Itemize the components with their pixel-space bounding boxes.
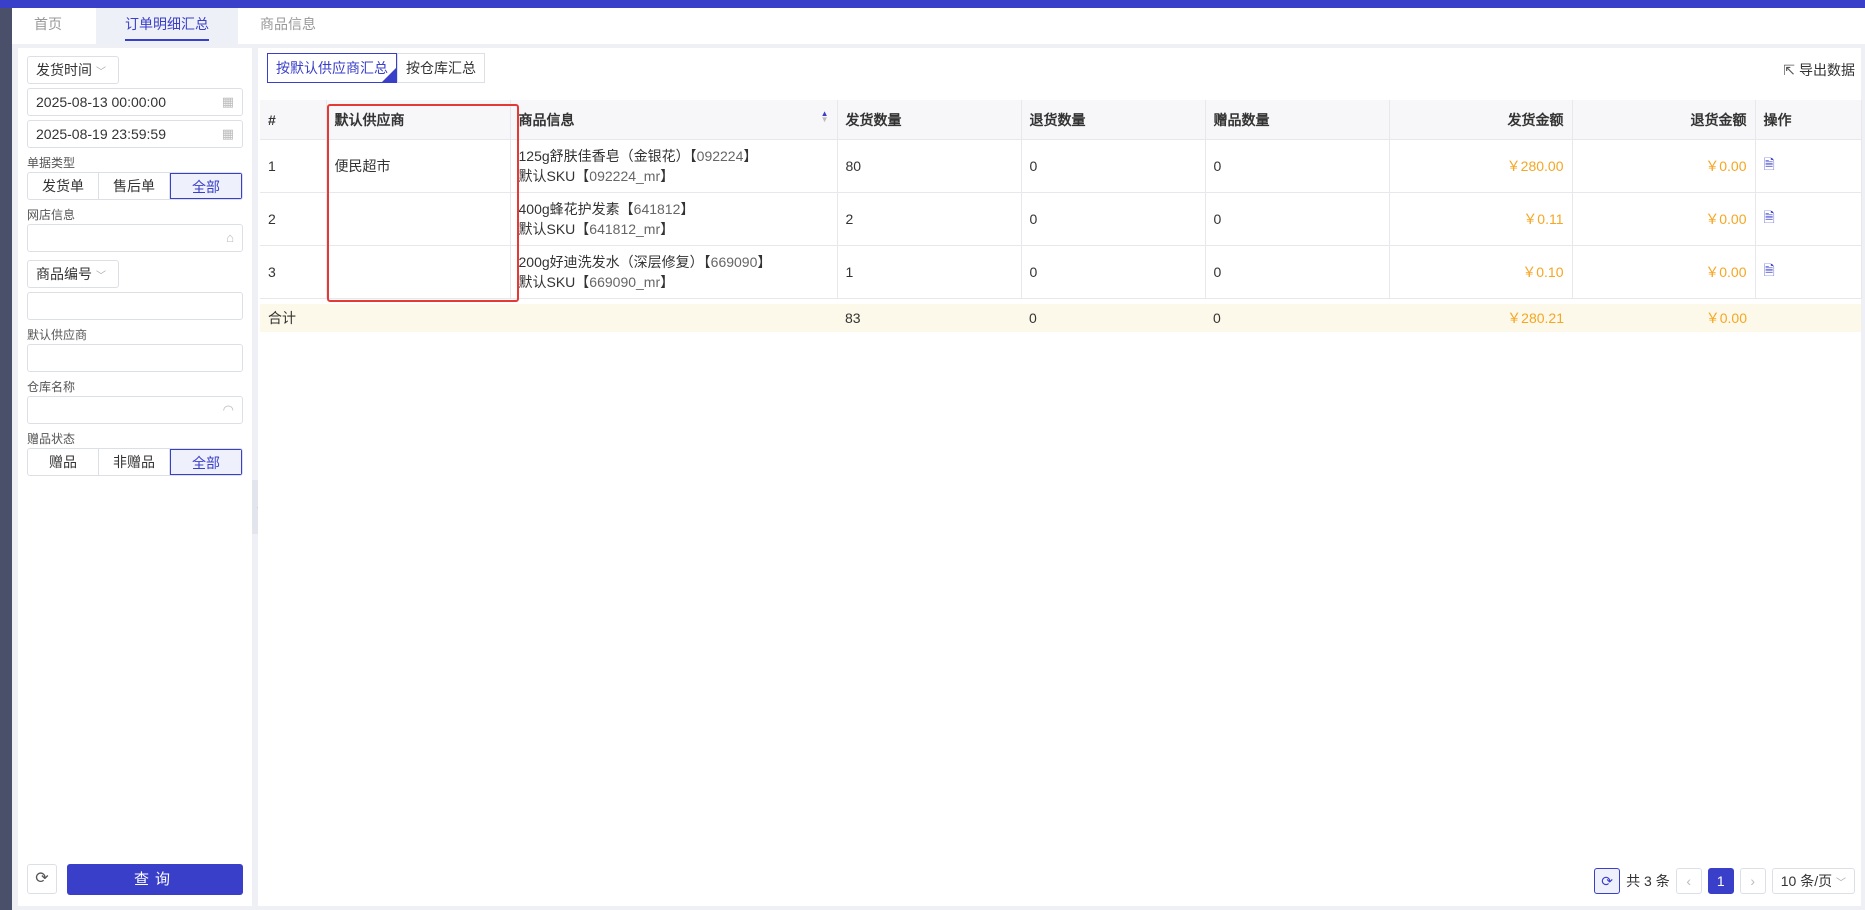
col-return-qty: 退货数量: [1021, 100, 1206, 140]
chevron-down-icon: ﹀: [96, 271, 106, 282]
gift-status-all[interactable]: 全部: [170, 449, 242, 475]
goods-info-cell: 200g好迪洗发水（深层修复）【669090】 默认SKU【669090_mr】: [510, 245, 838, 299]
refresh-icon: ⟳: [1601, 873, 1614, 889]
col-actions: 操作: [1755, 100, 1862, 140]
chevron-down-icon: ﹀: [1836, 878, 1846, 889]
col-goods-info[interactable]: 商品信息 ▲ ▼: [510, 100, 838, 140]
table-header-row: # 默认供应商 商品信息 ▲ ▼ 发货数量 退货数量 赠品数量 发货金额 退货金额 …: [260, 100, 1862, 140]
col-gift-qty: 赠品数量: [1205, 100, 1390, 140]
warehouse-icon: ◠: [222, 402, 234, 417]
view-detail-icon[interactable]: 🗎: [1764, 209, 1775, 225]
goods-code-type-select[interactable]: 商品编号 ﹀: [27, 260, 119, 288]
left-nav-strip: [0, 8, 12, 910]
table-row: 1 便民超市 125g舒肤佳香皂（金银花）【092224】 默认SKU【09222…: [260, 139, 1862, 193]
goods-info-cell: 400g蜂花护发素【641812】 默认SKU【641812_mr】: [510, 192, 838, 246]
col-index: #: [260, 100, 327, 140]
tab-home[interactable]: 首页: [24, 8, 72, 44]
col-ship-amount: 发货金额: [1389, 100, 1573, 140]
summary-mode-tabs: 按默认供应商汇总 ✓ 按仓库汇总: [267, 53, 485, 83]
doc-type-aftersale[interactable]: 售后单: [99, 173, 170, 199]
main-panel: 按默认供应商汇总 ✓ 按仓库汇总 ⇱ 导出数据 # 默认供应商 商品信息 ▲ ▼ 发货数…: [258, 48, 1862, 906]
gift-status-gift[interactable]: 赠品: [28, 449, 99, 475]
gift-status-segmented: 赠品 非赠品 全部: [27, 448, 243, 476]
chevron-left-icon: ‹: [1686, 873, 1692, 889]
mode-by-supplier[interactable]: 按默认供应商汇总 ✓: [267, 53, 397, 83]
warehouse-input[interactable]: ◠: [27, 396, 243, 424]
col-ship-qty: 发货数量: [837, 100, 1022, 140]
view-detail-icon[interactable]: 🗎: [1764, 262, 1775, 278]
export-icon: ⇱: [1783, 62, 1795, 78]
check-icon: ✓: [387, 65, 395, 75]
page-tab-bar: 首页 订单明细汇总 商品信息: [12, 8, 1865, 44]
table-row: 3 200g好迪洗发水（深层修复）【669090】 默认SKU【669090_mr…: [260, 245, 1862, 299]
prev-page-button[interactable]: ‹: [1675, 868, 1702, 894]
view-detail-icon[interactable]: 🗎: [1764, 156, 1775, 172]
chevron-right-icon: ›: [1750, 873, 1756, 889]
pager-refresh-button[interactable]: ⟳: [1594, 868, 1621, 894]
page-number-current[interactable]: 1: [1707, 868, 1734, 894]
shop-label: 网店信息: [27, 208, 76, 222]
supplier-label: 默认供应商: [27, 328, 88, 342]
refresh-icon: ⟳: [35, 870, 49, 887]
sort-icon[interactable]: ▲ ▼: [821, 109, 829, 123]
end-time-input[interactable]: 2025-08-19 23:59:59 ▦: [27, 120, 243, 148]
shop-icon: ⌂: [226, 230, 234, 245]
pagination: ⟳ 共 3 条 ‹ 1 › 10 条/页 ﹀: [1594, 868, 1855, 894]
time-type-select[interactable]: 发货时间 ﹀: [27, 56, 119, 84]
calendar-icon: ▦: [221, 94, 234, 109]
page-size-select[interactable]: 10 条/页 ﹀: [1771, 868, 1855, 894]
doc-type-label: 单据类型: [27, 156, 76, 170]
mode-by-warehouse[interactable]: 按仓库汇总: [397, 53, 485, 83]
top-accent-bar: [0, 0, 1865, 8]
calendar-icon: ▦: [221, 126, 234, 141]
supplier-cell: [326, 192, 511, 246]
shop-input[interactable]: ⌂: [27, 224, 243, 252]
gift-status-label: 赠品状态: [27, 432, 76, 446]
doc-type-segmented: 发货单 售后单 全部: [27, 172, 243, 200]
filter-sidebar: 发货时间 ﹀ 2025-08-13 00:00:00 ▦ 2025-08-19 23…: [18, 48, 252, 906]
tab-order-detail-summary[interactable]: 订单明细汇总: [96, 8, 238, 44]
reset-button[interactable]: ⟳: [27, 864, 57, 894]
doc-type-ship[interactable]: 发货单: [28, 173, 99, 199]
next-page-button[interactable]: ›: [1739, 868, 1766, 894]
query-button[interactable]: 查询: [67, 864, 243, 895]
supplier-cell: [326, 245, 511, 299]
chevron-down-icon: ﹀: [96, 67, 106, 78]
table-row: 2 400g蜂花护发素【641812】 默认SKU【641812_mr】 2 0 …: [260, 192, 1862, 246]
col-return-amount: 退货金额: [1572, 100, 1756, 140]
col-supplier: 默认供应商: [326, 100, 511, 140]
goods-code-input[interactable]: [27, 292, 243, 320]
summary-table: # 默认供应商 商品信息 ▲ ▼ 发货数量 退货数量 赠品数量 发货金额 退货金额 …: [260, 100, 1862, 332]
warehouse-label: 仓库名称: [27, 380, 76, 394]
export-button[interactable]: ⇱ 导出数据: [1783, 60, 1855, 80]
supplier-cell: 便民超市: [326, 139, 511, 193]
goods-info-cell: 125g舒肤佳香皂（金银花）【092224】 默认SKU【092224_mr】: [510, 139, 838, 193]
supplier-input[interactable]: [27, 344, 243, 372]
tab-goods-info[interactable]: 商品信息: [248, 8, 328, 44]
gift-status-non-gift[interactable]: 非赠品: [99, 449, 170, 475]
doc-type-all[interactable]: 全部: [170, 173, 242, 199]
start-time-input[interactable]: 2025-08-13 00:00:00 ▦: [27, 88, 243, 116]
total-count: 共 3 条: [1626, 873, 1670, 889]
table-total-row: 合计 83 0 0 ￥280.21 ￥0.00: [260, 304, 1861, 332]
